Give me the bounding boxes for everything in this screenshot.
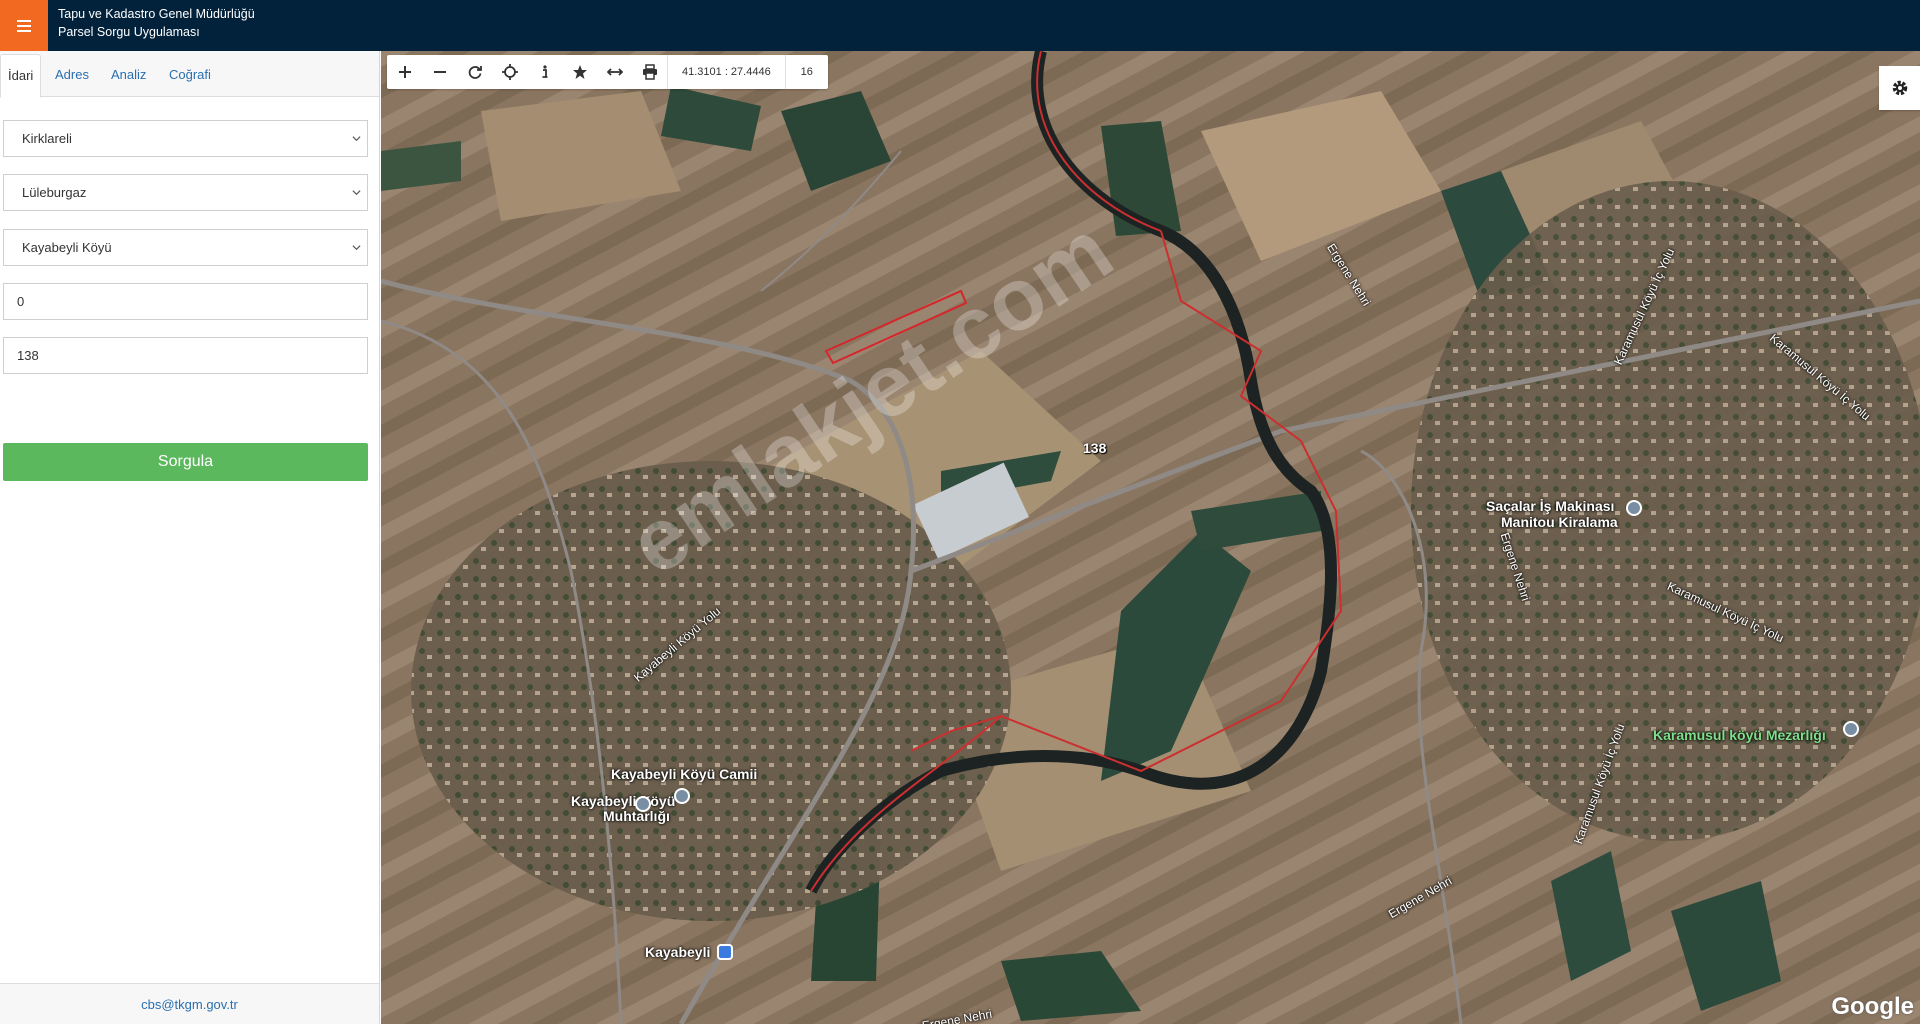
map-label-kayabeyli: Kayabeyli [645,944,711,960]
app-header: Tapu ve Kadastro Genel Müdürlüğü Parsel … [0,0,1920,51]
footer: cbs@tkgm.gov.tr [0,983,379,1024]
menu-button[interactable] [0,0,48,51]
google-attribution: Google [1831,993,1914,1020]
ada-value: 0 [17,294,25,309]
plus-icon [398,66,411,78]
refresh-icon [468,66,482,79]
measure-button[interactable] [597,55,632,89]
tab-adres[interactable]: Adres [48,54,96,98]
print-icon [642,64,657,80]
map-view[interactable]: emlakjet.com 41.3101 : 27.4446 16 138 Sa… [381,51,1920,1024]
bus-stop-icon[interactable] [717,944,733,960]
gear-icon [1892,80,1907,96]
map-label-muhtarlik-1: Kayabeyli Köyü [571,793,676,809]
sorgula-button[interactable]: Sorgula [3,443,368,481]
arrows-horizontal-icon [606,68,623,76]
chevron-down-icon [352,245,361,251]
zoom-level: 16 [800,66,813,78]
star-icon [572,65,587,79]
place-pin-icon[interactable] [1626,500,1642,516]
tab-bar: İdari Adres Analiz Coğrafi [0,51,379,98]
tab-idari[interactable]: İdari [0,54,42,98]
chevron-down-icon [352,190,361,196]
ilce-select[interactable]: Lüleburgaz [3,174,368,211]
cemetery-pin-icon[interactable] [1843,721,1859,737]
map-label-camii: Kayabeyli Köyü Camii [611,766,758,782]
parcel-label: 138 [1083,440,1107,456]
il-value: Kirklareli [22,131,72,146]
parsel-input[interactable]: 138 [3,337,368,374]
mosque-pin-icon[interactable] [674,788,690,804]
parsel-value: 138 [17,348,39,363]
mahalle-select[interactable]: Kayabeyli Köyü [3,229,368,266]
il-select[interactable]: Kirklareli [3,120,368,157]
tab-analiz[interactable]: Analiz [104,54,153,98]
satellite-imagery [381,51,1920,1024]
coordinate-readout: 41.3101 : 27.4446 [667,55,786,89]
map-label-saclar: Saçalar İş Makinası [1486,498,1615,514]
org-name: Tapu ve Kadastro Genel Müdürlüğü [58,7,255,21]
info-button[interactable] [527,55,562,89]
print-button[interactable] [632,55,667,89]
ilce-value: Lüleburgaz [22,185,87,200]
settings-button[interactable] [1879,66,1920,110]
info-icon [542,65,547,78]
government-pin-icon[interactable] [635,796,651,812]
map-label-mezarlik: Karamusul köyü Mezarlığı [1653,727,1826,743]
header-title: Tapu ve Kadastro Genel Müdürlüğü Parsel … [58,5,255,41]
hamburger-icon [17,19,31,32]
map-toolbar: 41.3101 : 27.4446 16 [387,55,828,89]
tab-cografi[interactable]: Coğrafi [162,54,218,98]
map-label-muhtarlik-2: Muhtarlığı [603,808,670,824]
ada-input[interactable]: 0 [3,283,368,320]
zoom-in-button[interactable] [387,55,422,89]
chevron-down-icon [352,136,361,142]
crosshair-icon [501,64,518,80]
minus-icon [433,71,446,73]
locate-button[interactable] [492,55,527,89]
zoom-out-button[interactable] [422,55,457,89]
map-label-manitou: Manitou Kiralama [1501,514,1618,530]
mahalle-value: Kayabeyli Köyü [22,240,112,255]
refresh-button[interactable] [457,55,492,89]
footer-email-link[interactable]: cbs@tkgm.gov.tr [141,997,238,1012]
sidebar: İdari Adres Analiz Coğrafi Kirklareli Lü… [0,51,380,1024]
app-name: Parsel Sorgu Uygulaması [58,25,200,39]
favorite-button[interactable] [562,55,597,89]
